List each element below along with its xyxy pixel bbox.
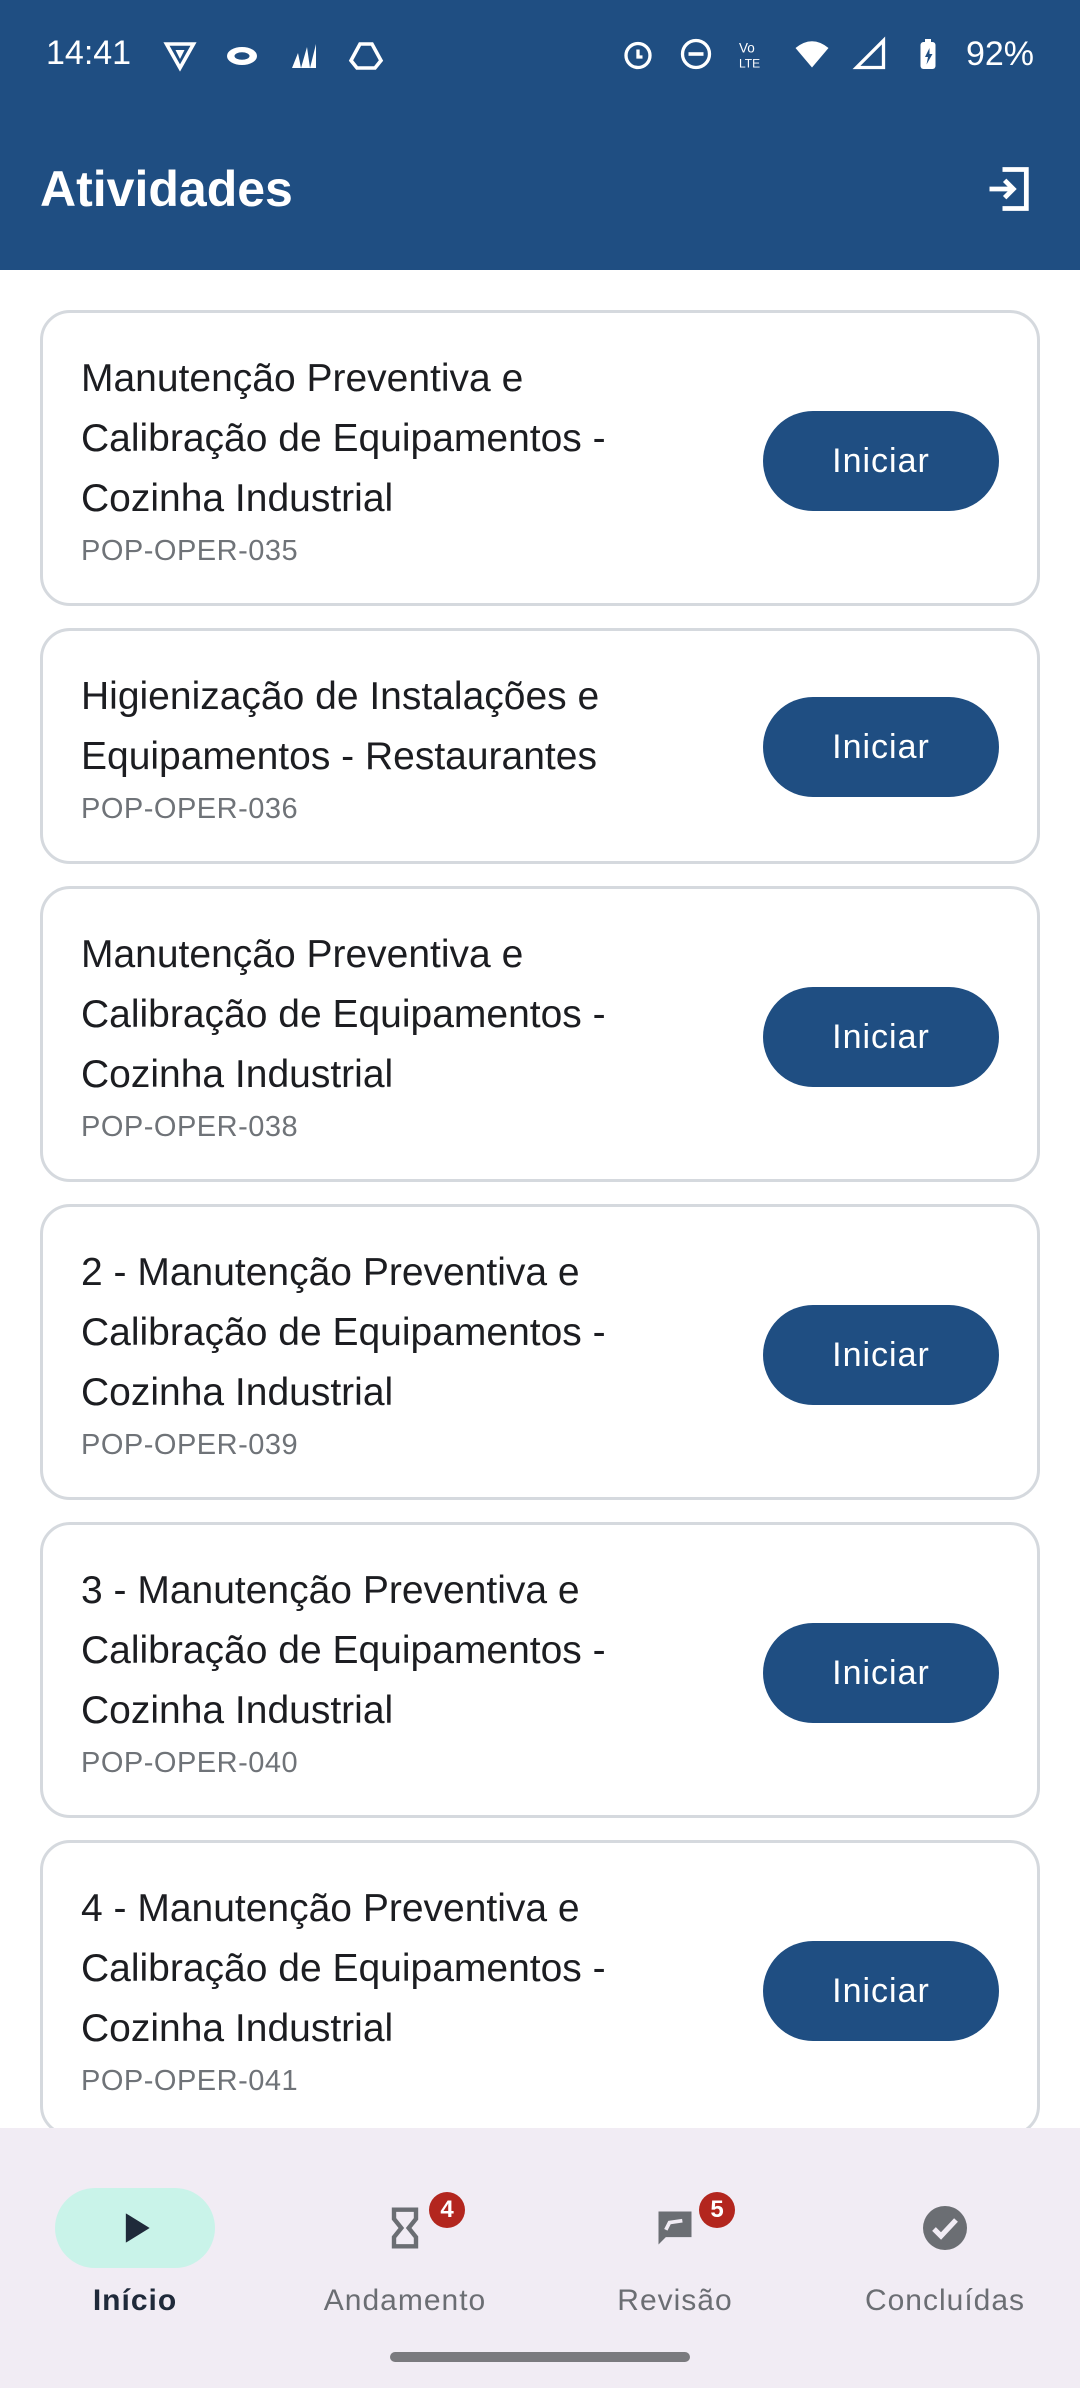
activity-title: 4 - Manutenção Preventiva e Calibração d… [81,1887,606,2050]
hourglass-icon [391,2207,419,2249]
page-title: Atividades [40,161,293,217]
start-button[interactable]: Iniciar [763,411,999,511]
nav-badge: 5 [699,2192,735,2228]
logout-icon [989,167,1029,211]
svg-text:LTE: LTE [739,57,760,71]
nav-item-concluidas[interactable]: Concluídas [810,2158,1080,2317]
nav-indicator: 5 [595,2188,755,2268]
start-button[interactable]: Iniciar [763,1941,999,2041]
check-circle-icon [923,2206,967,2250]
status-left-icons [160,36,386,76]
activity-title: 3 - Manutenção Preventiva e Calibração d… [81,1569,606,1732]
status-right-icons: Vo LTE 92% [618,34,1034,74]
app-header: 14:41 Vo LTE 92% Atividades [0,0,1080,270]
alarm-icon [618,34,658,74]
start-button[interactable]: Iniciar [763,1623,999,1723]
nav-indicator [55,2188,215,2268]
dnd-icon [676,34,716,74]
eye-icon [222,36,262,76]
activity-card: Manutenção Preventiva e Calibração de Eq… [40,310,1040,606]
activity-card: Higienização de Instalações e Equipament… [40,628,1040,864]
logout-button[interactable] [980,160,1038,218]
activity-code: POP-OPER-041 [81,2065,299,2097]
nav-label: Concluídas [864,2284,1026,2317]
battery-icon [908,34,948,74]
review-icon [658,2211,692,2245]
nav-label: Andamento [323,2284,487,2317]
drive-icon [346,36,386,76]
activity-card: 2 - Manutenção Preventiva e Calibração d… [40,1204,1040,1500]
activity-text: Manutenção Preventiva e Calibração de Eq… [81,349,701,568]
play-icon [125,2213,150,2243]
activity-text: 2 - Manutenção Preventiva e Calibração d… [81,1243,701,1462]
battery-level: 92% [965,34,1034,73]
activity-code: POP-OPER-039 [81,1429,299,1461]
nav-label: Revisão [617,2284,733,2317]
volte-icon: Vo LTE [734,34,774,74]
activity-code: POP-OPER-036 [81,793,299,825]
bottom-navigation: Início 4 Andamento 5 Revisão Concluídas [0,2128,1080,2388]
activity-card: 4 - Manutenção Preventiva e Calibração d… [40,1840,1040,2128]
activity-code: POP-OPER-035 [81,535,299,567]
activity-text: 4 - Manutenção Preventiva e Calibração d… [81,1879,701,2098]
nav-indicator [865,2188,1025,2268]
svg-text:Vo: Vo [739,41,755,56]
activity-card: 3 - Manutenção Preventiva e Calibração d… [40,1522,1040,1818]
activity-text: Manutenção Preventiva e Calibração de Eq… [81,925,701,1144]
status-time: 14:41 [46,34,132,72]
activity-code: POP-OPER-038 [81,1111,299,1143]
nav-badge: 4 [429,2192,465,2228]
nav-item-andamento[interactable]: 4 Andamento [270,2158,540,2317]
activity-text: Higienização de Instalações e Equipament… [81,667,701,826]
activity-title: Manutenção Preventiva e Calibração de Eq… [81,357,606,520]
signal-icon [850,34,890,74]
nav-item-inicio[interactable]: Início [0,2158,270,2317]
activity-title: Higienização de Instalações e Equipament… [81,675,600,778]
home-indicator[interactable] [390,2352,690,2362]
activity-code: POP-OPER-040 [81,1747,299,1779]
nav-item-revisao[interactable]: 5 Revisão [540,2158,810,2317]
wifi-icon [792,34,832,74]
activity-text: 3 - Manutenção Preventiva e Calibração d… [81,1561,701,1780]
start-button[interactable]: Iniciar [763,987,999,1087]
wave-icon [284,36,324,76]
activity-card: Manutenção Preventiva e Calibração de Eq… [40,886,1040,1182]
nav-indicator: 4 [325,2188,485,2268]
nav-label: Início [92,2284,178,2317]
vpn-icon [160,36,200,76]
activity-list[interactable]: Manutenção Preventiva e Calibração de Eq… [40,310,1040,2128]
activity-title: 2 - Manutenção Preventiva e Calibração d… [81,1251,606,1414]
start-button[interactable]: Iniciar [763,1305,999,1405]
status-bar: 14:41 Vo LTE 92% [0,0,1080,110]
activity-title: Manutenção Preventiva e Calibração de Eq… [81,933,606,1096]
start-button[interactable]: Iniciar [763,697,999,797]
